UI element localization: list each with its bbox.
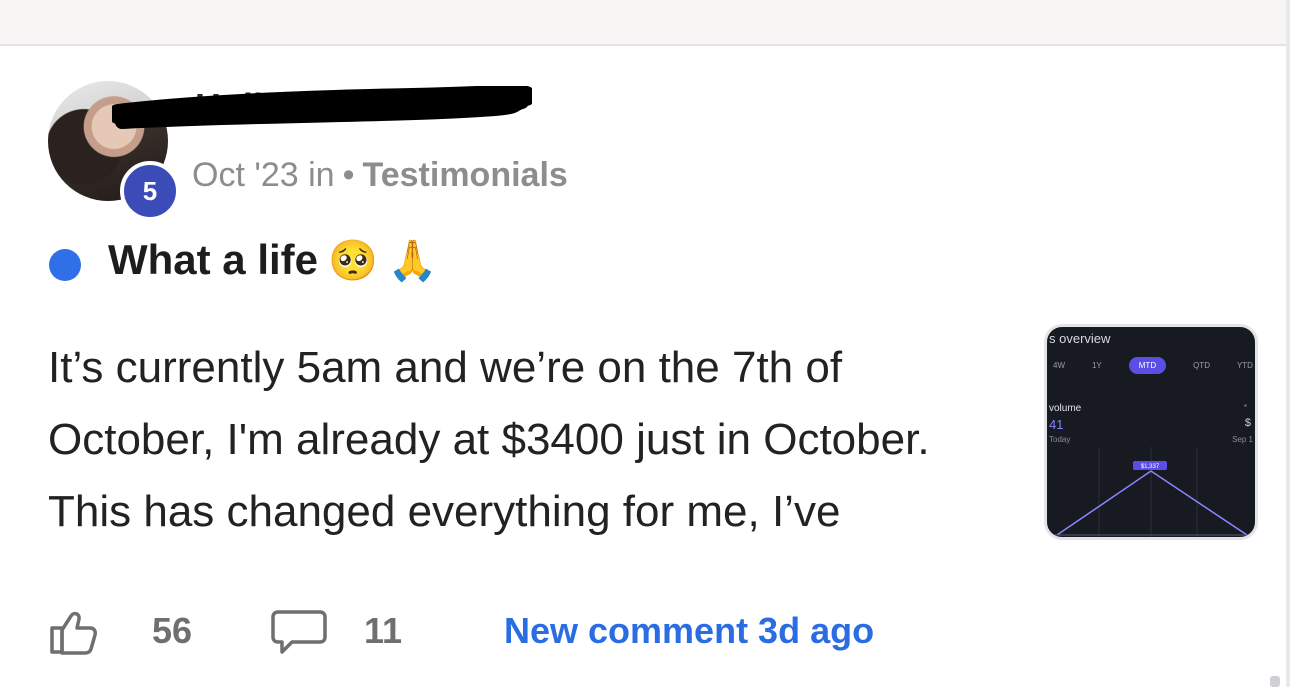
thumb-right-date: Sep 1	[1232, 435, 1253, 444]
post-body-line: This has changed everything for me, I’ve	[48, 487, 841, 536]
comment-count: 11	[364, 610, 403, 651]
thumb-right-value: $	[1244, 417, 1251, 429]
post-date: Oct '23	[192, 156, 299, 194]
thumb-tab: QTD	[1193, 361, 1210, 370]
attachment-thumbnail[interactable]: s overview 4W 1Y MTD QTD YTD volume 41 T…	[1044, 324, 1258, 540]
comment-button[interactable]: 11	[270, 606, 402, 656]
top-bar	[0, 0, 1290, 46]
scrollbar-track[interactable]	[1286, 0, 1290, 687]
post-card[interactable]: 5 Holbest Yo Oct '23 in • Testimonials Wha…	[0, 46, 1286, 687]
meta-separator: •	[342, 156, 355, 194]
unread-indicator	[49, 249, 81, 281]
thumb-title: s overview	[1049, 331, 1111, 346]
folded-hands-emoji: 🙏	[387, 237, 438, 284]
thumb-today-label: Today	[1049, 435, 1071, 444]
thumb-tab: YTD	[1236, 361, 1253, 370]
thumb-tab-active: MTD	[1128, 357, 1167, 374]
level-badge: 5	[120, 161, 180, 221]
in-label: in	[308, 156, 335, 194]
scrollbar-thumb[interactable]	[1270, 676, 1280, 687]
thumb-tab: 4W	[1053, 361, 1065, 370]
thumb-tab: 1Y	[1091, 361, 1102, 370]
post-body-line: It’s currently 5am and we’re on the 7th …	[48, 343, 843, 392]
thumb-tabs: 4W 1Y MTD QTD YTD	[1053, 357, 1253, 374]
thumb-volume-value: 41	[1049, 417, 1064, 432]
post-title[interactable]: What a life 🥺 🙏	[108, 236, 438, 284]
post-title-text: What a life	[108, 236, 319, 283]
new-comment-link[interactable]: New comment 3d ago	[504, 610, 874, 652]
thumb-volume-label: volume	[1049, 403, 1082, 414]
thumb-mini-chart: $1,337	[1047, 447, 1255, 537]
like-button[interactable]: 56	[48, 610, 193, 655]
redaction-scribble	[112, 86, 532, 129]
post-footer: 56 11 New comment 3d ago	[48, 606, 874, 656]
pleading-face-emoji: 🥺	[328, 237, 378, 284]
like-count: 56	[152, 610, 193, 651]
thumb-tooltip: $1,337	[1141, 464, 1160, 470]
post-body: It’s currently 5am and we’re on the 7th …	[48, 332, 1018, 548]
post-body-line: October, I'm already at $3400 just in Oc…	[48, 415, 930, 464]
thumbs-up-icon	[50, 611, 97, 655]
comment-icon	[271, 610, 327, 654]
thumb-marker: *	[1243, 403, 1247, 412]
post-meta: Oct '23 in • Testimonials	[192, 156, 568, 195]
category-link[interactable]: Testimonials	[362, 156, 567, 194]
